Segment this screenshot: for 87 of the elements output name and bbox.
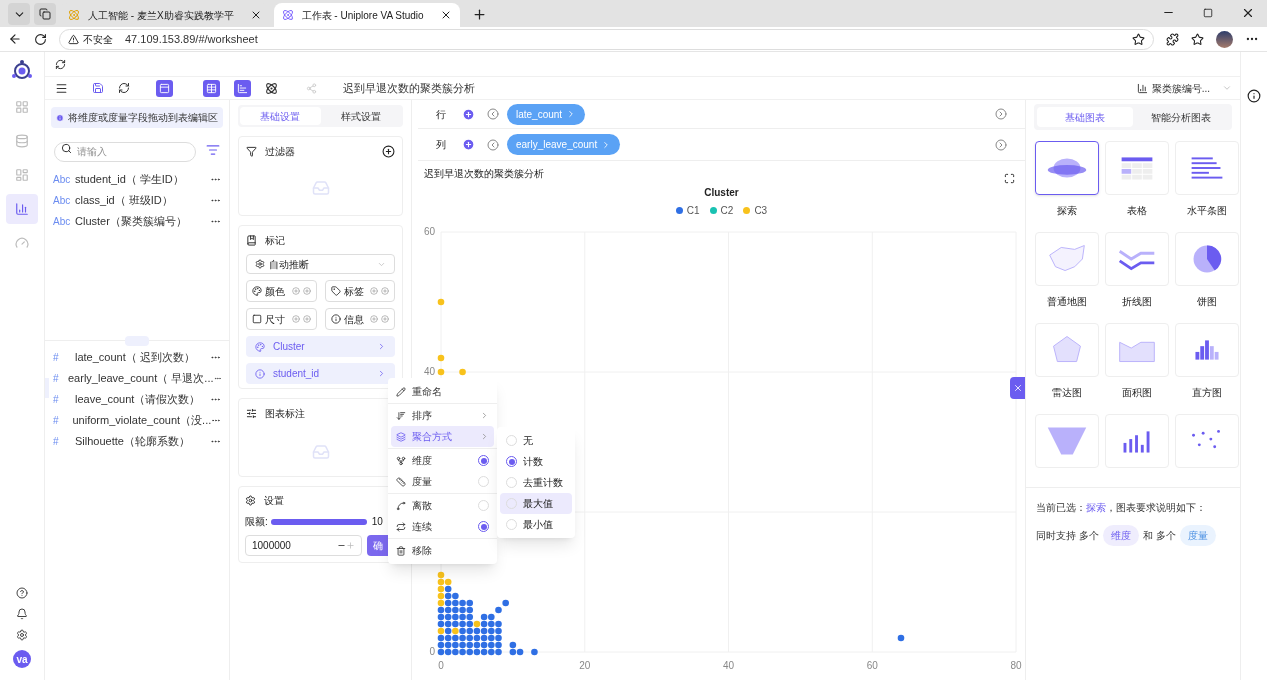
field-type-label: #: [53, 393, 60, 407]
measure-tag: 度量: [1179, 525, 1216, 546]
field-type-label: #: [53, 372, 60, 386]
menu-item[interactable]: 重命名: [391, 381, 494, 402]
chart-type-link[interactable]: 探索: [1086, 502, 1106, 513]
chart-select[interactable]: 聚类簇编号...: [1136, 80, 1232, 96]
mark-channel-button[interactable]: 尺寸: [246, 308, 317, 330]
chart-category-tab[interactable]: 基础图表: [1037, 107, 1133, 127]
menu-item[interactable]: 连续: [391, 516, 494, 537]
field-item[interactable]: Silhouette（轮廓系数）: [75, 433, 210, 450]
axis-tick-label: 60: [866, 660, 878, 671]
chart-type-label: 折线图: [1122, 295, 1152, 309]
menu-item[interactable]: 排序: [391, 405, 494, 426]
shelf-label: 行: [436, 107, 447, 122]
card-title: 过滤器: [265, 145, 296, 159]
legend-label[interactable]: C1: [686, 203, 700, 218]
limit-reading: 10: [371, 515, 383, 529]
browser-tab[interactable]: 工作表 - Uniplore VA Studio: [273, 3, 460, 27]
axis-tick-label: 80: [1010, 660, 1022, 671]
menu-item[interactable]: 最大值: [500, 493, 572, 514]
chart-title: 迟到早退次数的聚类簇分析: [424, 166, 545, 181]
chart-type-label: 面积图: [1122, 386, 1152, 400]
mark-channel-button[interactable]: 标签: [324, 280, 395, 302]
shelf-label: 列: [436, 138, 447, 152]
axis-tick-label: 20: [579, 660, 591, 671]
field-item[interactable]: uniform_violate_count（没...: [72, 412, 212, 429]
tab-title: 人工智能 - 麦兰X助睿实践教学平: [88, 8, 234, 23]
menu-item[interactable]: 维度: [391, 450, 494, 471]
menu-item[interactable]: 聚合方式: [391, 426, 494, 447]
menu-item[interactable]: 计数: [500, 451, 572, 472]
field-type-label: #: [53, 414, 60, 428]
menu-item[interactable]: 无: [500, 430, 572, 451]
selection-note: 当前已选：探索，图表要求说明如下：: [1036, 501, 1207, 515]
axis-tick-label: 40: [722, 660, 735, 671]
card-title: 图表标注: [265, 407, 305, 421]
menu-item[interactable]: 度量: [391, 471, 494, 492]
axis-tick-label: 0: [438, 660, 444, 671]
support-text: 同时支持 多个: [1036, 529, 1099, 543]
field-item[interactable]: leave_count（请假次数）: [75, 391, 210, 408]
chart-category-tab[interactable]: 智能分析图表: [1133, 107, 1229, 127]
mark-channel-button[interactable]: 信息: [324, 308, 395, 330]
hint-text: 将维度或度量字段拖动到表编辑区: [68, 111, 218, 125]
menu-item[interactable]: 去重计数: [500, 472, 572, 493]
axis-tick-label: 0: [429, 646, 435, 657]
field-item[interactable]: late_count（ 迟到次数）: [75, 349, 210, 366]
settings-tab[interactable]: 样式设置: [320, 107, 401, 125]
chart-type-label: 普通地图: [1047, 295, 1087, 309]
legend-label[interactable]: C3: [754, 203, 768, 218]
field-type-label: Abc: [53, 215, 72, 229]
limit-label: 限额:: [245, 515, 268, 529]
field-item[interactable]: early_leave_count（ 早退次...: [68, 370, 214, 387]
settings-tab[interactable]: 基础设置: [240, 107, 321, 125]
url-text: 47.109.153.89/#/worksheet: [125, 31, 259, 47]
user-avatar[interactable]: va: [13, 650, 31, 668]
field-type-label: #: [53, 435, 60, 449]
card-title: 设置: [264, 494, 284, 508]
field-type-label: #: [53, 351, 60, 365]
support-text: 和 多个: [1142, 529, 1176, 543]
legend-title: Cluster: [704, 186, 739, 200]
dimension-tag: 维度: [1102, 525, 1139, 546]
menu-item[interactable]: 离散: [391, 495, 494, 516]
field-item[interactable]: student_id（ 学生ID）: [75, 171, 210, 188]
limit-input[interactable]: 1000000: [245, 535, 362, 556]
field-type-label: Abc: [53, 194, 72, 208]
chart-type-label: 探索: [1057, 204, 1077, 218]
mark-field-pill[interactable]: student_id: [246, 363, 395, 384]
field-item[interactable]: class_id（ 班级ID）: [75, 192, 210, 209]
menu-item[interactable]: 移除: [391, 540, 494, 561]
search-field[interactable]: 请输入: [54, 141, 196, 162]
worksheet-title: 迟到早退次数的聚类簇分析: [343, 80, 475, 96]
legend-label[interactable]: C2: [720, 203, 734, 218]
field-type-label: Abc: [53, 173, 72, 187]
field-item[interactable]: Cluster（聚类簇编号）: [75, 213, 210, 230]
chart-type-label: 饼图: [1197, 295, 1217, 309]
mark-type-select[interactable]: 自动推断: [246, 254, 395, 274]
menu-item[interactable]: 最小值: [500, 514, 572, 535]
axis-tick-label: 40: [423, 366, 435, 377]
mark-field-pill[interactable]: Cluster: [246, 336, 395, 357]
axis-tick-label: 60: [423, 226, 435, 237]
security-label: 不安全: [83, 32, 113, 47]
chart-type-label: 水平条图: [1187, 204, 1227, 218]
chart-type-label: 直方图: [1192, 386, 1222, 400]
chart-type-label: 雷达图: [1052, 386, 1082, 400]
chart-type-label: 表格: [1127, 204, 1147, 218]
tab-title: 工作表 - Uniplore VA Studio: [301, 8, 424, 23]
card-title: 标记: [265, 234, 285, 248]
mark-channel-button[interactable]: 颜色: [246, 280, 317, 302]
